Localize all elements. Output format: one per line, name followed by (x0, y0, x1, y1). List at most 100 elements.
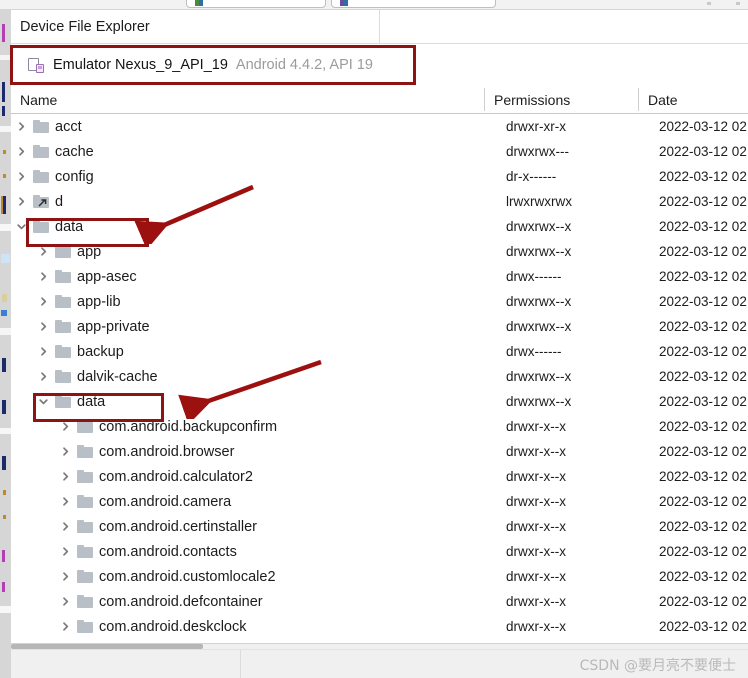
cell-permissions: drwxr-x--x (506, 469, 566, 484)
file-tree[interactable]: acct drwxr-xr-x 2022-03-12 02 cache drwxrwx-… (11, 114, 748, 643)
cell-date: 2022-03-12 02 (659, 344, 747, 359)
cell-date: 2022-03-12 02 (659, 294, 747, 309)
tree-node[interactable]: config (15, 164, 94, 189)
tree-node-label: app-lib (77, 293, 121, 310)
tree-node[interactable]: dalvik-cache (37, 364, 158, 389)
cell-date: 2022-03-12 02 (659, 119, 747, 134)
run-configuration-combo[interactable] (186, 0, 326, 8)
chevron-right-icon[interactable] (37, 270, 50, 283)
column-header-permissions[interactable]: Permissions (485, 86, 638, 113)
tree-node[interactable]: data (15, 214, 83, 239)
table-row[interactable]: app-private drwxrwx--x 2022-03-12 02 (11, 314, 748, 339)
cell-permissions: drwxrwx--- (506, 144, 569, 159)
tree-node[interactable]: com.android.deskclock (59, 614, 247, 639)
cell-permissions: dr-x------ (506, 169, 557, 184)
chevron-down-icon[interactable] (15, 220, 28, 233)
cell-date: 2022-03-12 02 (659, 494, 747, 509)
chevron-right-icon[interactable] (37, 245, 50, 258)
chevron-right-icon[interactable] (37, 370, 50, 383)
cell-permissions: drwxr-xr-x (506, 119, 566, 134)
cell-permissions: drwxr-x--x (506, 444, 566, 459)
tree-node[interactable]: data (37, 389, 105, 414)
table-row[interactable]: backup drwx------ 2022-03-12 02 (11, 339, 748, 364)
table-row[interactable]: app-asec drwx------ 2022-03-12 02 (11, 264, 748, 289)
column-header-name[interactable]: Name (11, 86, 484, 113)
table-row[interactable]: com.android.contacts drwxr-x--x 2022-03-12… (11, 539, 748, 564)
table-row[interactable]: app-lib drwxrwx--x 2022-03-12 02 (11, 289, 748, 314)
footer-bar: CSDN @要月亮不要便士 (11, 649, 748, 678)
toolbar-icon-b[interactable] (736, 2, 740, 5)
background-editor-gutter (0, 10, 11, 678)
folder-icon (77, 419, 94, 434)
chevron-right-icon[interactable] (37, 320, 50, 333)
table-row[interactable]: data drwxrwx--x 2022-03-12 02 (11, 389, 748, 414)
target-device-combo[interactable] (331, 0, 496, 8)
cell-permissions: drwxrwx--x (506, 319, 572, 334)
cell-permissions: drwxr-x--x (506, 569, 566, 584)
chevron-right-icon[interactable] (37, 345, 50, 358)
chevron-right-icon[interactable] (15, 170, 28, 183)
table-row[interactable]: d lrwxrwxrwx 2022-03-12 02 (11, 189, 748, 214)
table-row[interactable]: dalvik-cache drwxrwx--x 2022-03-12 02 (11, 364, 748, 389)
table-row[interactable]: app drwxrwx--x 2022-03-12 02 (11, 239, 748, 264)
cell-date: 2022-03-12 02 (659, 144, 747, 159)
chevron-right-icon[interactable] (59, 620, 72, 633)
tree-node[interactable]: com.android.defcontainer (59, 589, 263, 614)
device-selector-row[interactable]: Emulator Nexus_9_API_19 Android 4.4.2, A… (11, 45, 748, 85)
chevron-right-icon[interactable] (15, 145, 28, 158)
table-row[interactable]: com.android.camera drwxr-x--x 2022-03-12 0… (11, 489, 748, 514)
chevron-right-icon[interactable] (15, 120, 28, 133)
device-selector-content[interactable]: Emulator Nexus_9_API_19 Android 4.4.2, A… (16, 48, 373, 82)
tree-node[interactable]: com.android.camera (59, 489, 231, 514)
table-row[interactable]: acct drwxr-xr-x 2022-03-12 02 (11, 114, 748, 139)
chevron-right-icon[interactable] (59, 495, 72, 508)
tree-node[interactable]: app-asec (37, 264, 137, 289)
cell-date: 2022-03-12 02 (659, 219, 747, 234)
cell-permissions: drwx------ (506, 269, 562, 284)
toolbar-icon-a[interactable] (707, 2, 711, 5)
table-row[interactable]: com.android.customlocale2 drwxr-x--x 2022-… (11, 564, 748, 589)
chevron-right-icon[interactable] (59, 545, 72, 558)
chevron-right-icon[interactable] (59, 520, 72, 533)
chevron-down-icon[interactable] (37, 395, 50, 408)
chevron-right-icon[interactable] (59, 445, 72, 458)
table-row[interactable]: cache drwxrwx--- 2022-03-12 02 (11, 139, 748, 164)
tree-node[interactable]: com.android.browser (59, 439, 234, 464)
tree-node[interactable]: app-private (37, 314, 150, 339)
chevron-right-icon[interactable] (59, 420, 72, 433)
table-row[interactable]: com.android.browser drwxr-x--x 2022-03-12 … (11, 439, 748, 464)
cell-date: 2022-03-12 02 (659, 244, 747, 259)
chevron-right-icon[interactable] (59, 470, 72, 483)
tree-node[interactable]: backup (37, 339, 124, 364)
cell-date: 2022-03-12 02 (659, 369, 747, 384)
tree-node[interactable]: cache (15, 139, 94, 164)
chevron-right-icon[interactable] (37, 295, 50, 308)
chevron-right-icon[interactable] (15, 195, 28, 208)
tree-node[interactable]: com.android.backupconfirm (59, 414, 277, 439)
folder-link-icon (33, 194, 50, 209)
table-row[interactable]: config dr-x------ 2022-03-12 02 (11, 164, 748, 189)
tree-node[interactable]: acct (15, 114, 82, 139)
chevron-right-icon[interactable] (59, 595, 72, 608)
cell-permissions: drwxrwx--x (506, 394, 572, 409)
table-row[interactable]: data drwxrwx--x 2022-03-12 02 (11, 214, 748, 239)
tree-node[interactable]: com.android.contacts (59, 539, 237, 564)
chevron-right-icon[interactable] (59, 570, 72, 583)
tree-node[interactable]: com.android.calculator2 (59, 464, 253, 489)
tree-node-label: com.android.certinstaller (99, 518, 257, 535)
folder-icon (77, 619, 94, 634)
tree-node-label: app-private (77, 318, 150, 335)
table-row[interactable]: com.android.certinstaller drwxr-x--x 2022-… (11, 514, 748, 539)
tree-node[interactable]: com.android.customlocale2 (59, 564, 276, 589)
tree-node[interactable]: app (37, 239, 101, 264)
table-row[interactable]: com.android.backupconfirm drwxr-x--x 2022-… (11, 414, 748, 439)
table-row[interactable]: com.android.deskclock drwxr-x--x 2022-03-1… (11, 614, 748, 639)
column-header-date[interactable]: Date (639, 86, 748, 113)
table-row[interactable]: com.android.defcontainer drwxr-x--x 2022-0… (11, 589, 748, 614)
cell-date: 2022-03-12 02 (659, 469, 747, 484)
tree-node[interactable]: d (15, 189, 63, 214)
title-underline (11, 43, 748, 44)
tree-node[interactable]: com.android.certinstaller (59, 514, 257, 539)
table-row[interactable]: com.android.calculator2 drwxr-x--x 2022-03… (11, 464, 748, 489)
tree-node[interactable]: app-lib (37, 289, 121, 314)
